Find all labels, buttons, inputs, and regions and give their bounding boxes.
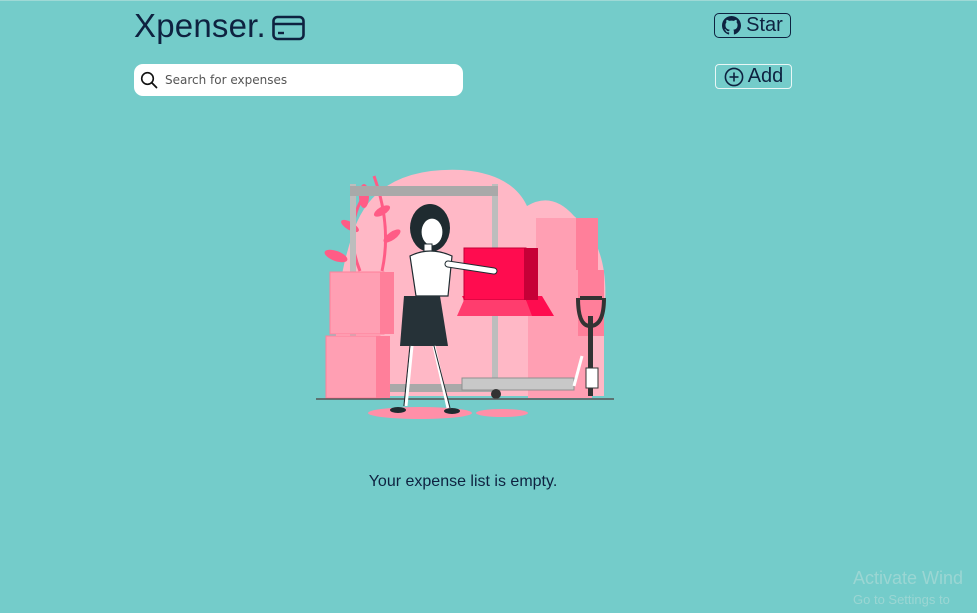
add-expense-button[interactable]: Add <box>715 64 792 89</box>
star-label: Star <box>746 14 783 36</box>
brand-name: Xpenser. <box>134 7 266 44</box>
search-bar <box>134 64 463 96</box>
add-label: Add <box>747 65 784 87</box>
windows-activation-watermark: Activate Wind Go to Settings to <box>853 567 963 609</box>
github-icon <box>722 16 742 35</box>
github-star-button[interactable]: Star <box>714 13 791 38</box>
brand: Xpenser. <box>134 7 305 45</box>
watermark-subtitle: Go to Settings to <box>853 592 950 607</box>
empty-state-illustration <box>312 156 622 426</box>
empty-list-message: Your expense list is empty. <box>368 473 558 490</box>
search-icon <box>140 71 158 89</box>
watermark-title: Activate Wind <box>853 568 964 588</box>
plus-circle-icon <box>724 67 744 87</box>
credit-card-icon <box>272 15 305 41</box>
search-input[interactable] <box>163 72 447 88</box>
